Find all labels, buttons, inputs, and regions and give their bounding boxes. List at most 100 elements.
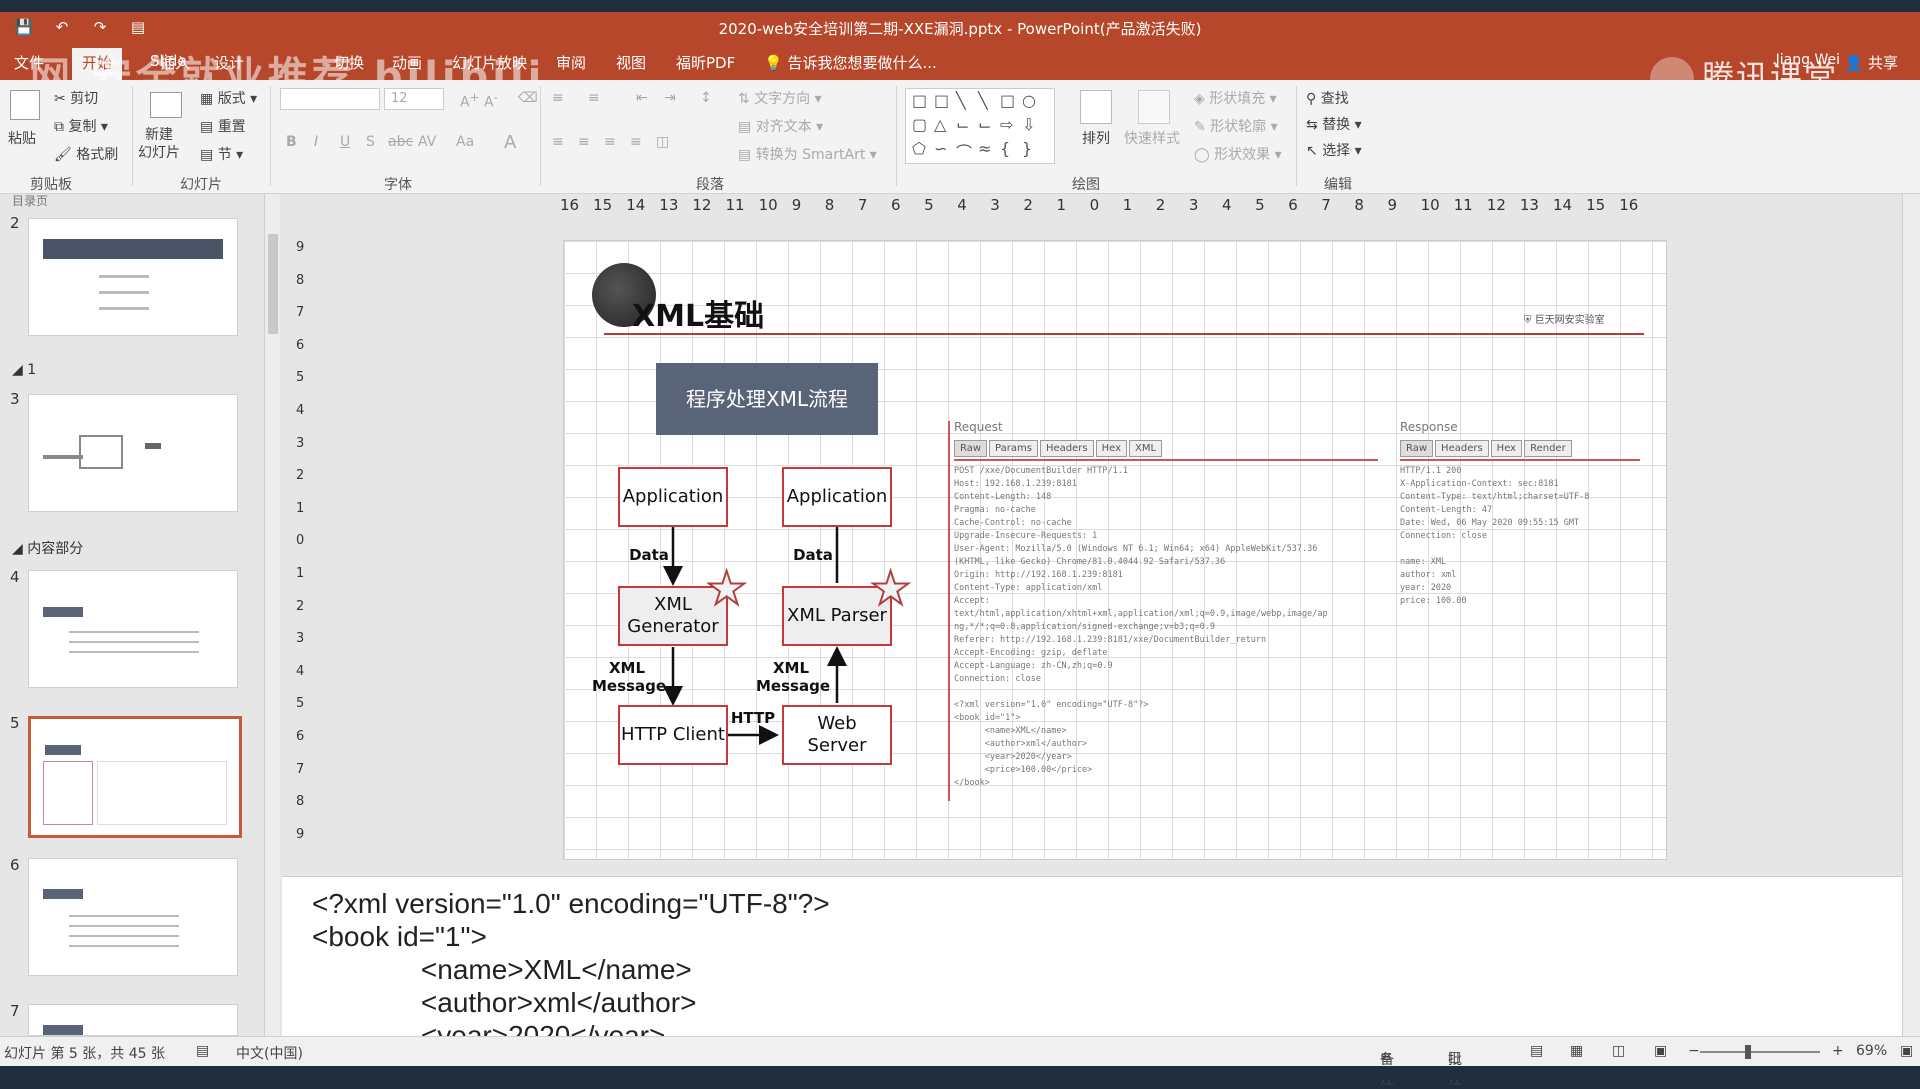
grow-font-icon[interactable]: A+: [460, 90, 479, 111]
zoom-out-button[interactable]: −: [1688, 1043, 1700, 1059]
line-spacing-icon[interactable]: ↕: [700, 90, 712, 106]
format-painter-button[interactable]: 🖌 格式刷: [54, 144, 118, 164]
char-spacing-button[interactable]: AV: [418, 134, 436, 150]
response-tab-headers[interactable]: Headers: [1435, 440, 1489, 457]
find-button[interactable]: ⚲ 查找: [1306, 88, 1349, 108]
font-size-box[interactable]: 12: [384, 88, 444, 110]
align-left-icon[interactable]: ≡: [552, 134, 564, 150]
section-label-toc[interactable]: 目录页: [12, 192, 48, 209]
change-case-button[interactable]: Aa: [456, 134, 474, 150]
request-tab-raw[interactable]: Raw: [954, 440, 988, 457]
oval-shape-icon[interactable]: ○: [1022, 91, 1036, 110]
response-tab-raw[interactable]: Raw: [1400, 440, 1434, 457]
tab-review[interactable]: 审阅: [556, 52, 586, 73]
request-tab-hex[interactable]: Hex: [1095, 440, 1127, 457]
arrange-icon[interactable]: [1080, 90, 1112, 124]
tab-view[interactable]: 视图: [616, 52, 646, 73]
elbow-connector-icon[interactable]: ⌙: [956, 115, 969, 134]
replace-button[interactable]: ⇆ 替换 ▾: [1306, 114, 1362, 134]
slideshow-icon[interactable]: ▣: [1654, 1043, 1667, 1059]
paste-button[interactable]: 粘贴: [8, 128, 36, 148]
textbox-shape-icon[interactable]: □: [912, 91, 927, 110]
shape-fill-button[interactable]: ◈ 形状填充 ▾: [1194, 88, 1277, 108]
smartart-button[interactable]: ▤ 转换为 SmartArt ▾: [738, 144, 877, 164]
brace-right-shape-icon[interactable]: }: [1022, 139, 1032, 158]
arrow-line-shape-icon[interactable]: ╲: [978, 91, 988, 110]
new-slide-button[interactable]: 新建 幻灯片: [138, 126, 180, 162]
zoom-in-button[interactable]: +: [1832, 1043, 1844, 1059]
normal-view-icon[interactable]: ▤: [1530, 1043, 1543, 1059]
vertical-scrollbar[interactable]: [1902, 194, 1920, 1036]
slide-thumbnail-4[interactable]: [28, 570, 238, 688]
slide-thumbnail-5-selected[interactable]: [28, 716, 242, 838]
arrange-button[interactable]: 排列: [1082, 128, 1110, 148]
bullets-icon[interactable]: ≡: [552, 90, 564, 106]
spellcheck-icon[interactable]: ▤: [196, 1043, 209, 1059]
copy-button[interactable]: ⧉ 复制 ▾: [54, 116, 108, 136]
line-shape-icon[interactable]: ╲: [956, 91, 966, 110]
section-label-1[interactable]: ◢ 1: [12, 362, 36, 378]
italic-button[interactable]: I: [314, 134, 318, 150]
clear-format-icon[interactable]: ⌫: [518, 90, 538, 106]
underline-button[interactable]: U: [340, 134, 350, 150]
current-slide[interactable]: XML基础 ⛨ 巨天网安实验室 程序处理XML流程 Application Ap…: [563, 240, 1667, 860]
slide-thumbnail-6[interactable]: [28, 858, 238, 976]
section-label-content[interactable]: ◢ 内容部分: [12, 538, 83, 558]
slide-thumbnail-3[interactable]: [28, 394, 238, 512]
curve-shape-icon[interactable]: ∽: [934, 139, 947, 158]
right-arrow-shape-icon[interactable]: ⇨: [1000, 115, 1013, 134]
rect-shape-icon[interactable]: □: [1000, 91, 1015, 110]
align-text-button[interactable]: ▤ 对齐文本 ▾: [738, 116, 823, 136]
shadow-button[interactable]: S: [366, 134, 375, 150]
response-tab-render[interactable]: Render: [1524, 440, 1572, 457]
rounded-rect-shape-icon[interactable]: ▢: [912, 115, 927, 134]
pentagon-shape-icon[interactable]: ⬠: [912, 139, 926, 158]
layout-button[interactable]: ▦ 版式 ▾: [200, 88, 257, 108]
shape-outline-button[interactable]: ✎ 形状轮廓 ▾: [1194, 116, 1278, 136]
down-arrow-shape-icon[interactable]: ⇩: [1022, 115, 1035, 134]
shrink-font-icon[interactable]: A-: [484, 90, 498, 111]
response-tab-hex[interactable]: Hex: [1490, 440, 1523, 457]
tab-foxit-pdf[interactable]: 福昕PDF: [676, 52, 735, 73]
decrease-indent-icon[interactable]: ⇤: [636, 90, 648, 106]
new-slide-icon[interactable]: [150, 92, 182, 118]
burp-response-panel[interactable]: Response Raw Headers Hex Render HTTP/1.1 20…: [1400, 421, 1640, 801]
share-button[interactable]: 👤 共享: [1845, 52, 1898, 73]
http-client-box[interactable]: HTTP Client: [618, 705, 728, 765]
request-tab-params[interactable]: Params: [989, 440, 1038, 457]
application-right-box[interactable]: Application: [782, 467, 892, 527]
align-center-icon[interactable]: ≡: [578, 134, 590, 150]
quick-styles-icon[interactable]: [1138, 90, 1170, 124]
fit-slide-icon[interactable]: ▣: [1900, 1043, 1913, 1059]
zoom-slider-track[interactable]: [1700, 1051, 1820, 1053]
application-left-box[interactable]: Application: [618, 467, 728, 527]
thumbnail-scrollbar[interactable]: [264, 194, 280, 1036]
slide-thumbnail-2[interactable]: [28, 218, 238, 336]
textbox-v-shape-icon[interactable]: □: [934, 91, 949, 110]
select-button[interactable]: ↖ 选择 ▾: [1306, 140, 1362, 160]
cut-button[interactable]: ✂ 剪切: [54, 88, 98, 108]
quick-styles-button[interactable]: 快速样式: [1124, 128, 1180, 148]
increase-indent-icon[interactable]: ⇥: [664, 90, 676, 106]
font-name-box[interactable]: [280, 88, 380, 110]
triangle-shape-icon[interactable]: △: [934, 115, 946, 134]
columns-icon[interactable]: ◫: [656, 134, 669, 150]
numbering-icon[interactable]: ≡: [588, 90, 600, 106]
wave-shape-icon[interactable]: ≈: [978, 139, 991, 158]
brace-left-shape-icon[interactable]: {: [1000, 139, 1010, 158]
strikethrough-button[interactable]: abc: [388, 134, 413, 150]
request-tab-xml[interactable]: XML: [1129, 440, 1163, 457]
shape-effects-button[interactable]: ◯ 形状效果 ▾: [1194, 144, 1282, 164]
thumbnail-scroll-thumb[interactable]: [268, 234, 278, 334]
justify-icon[interactable]: ≡: [630, 134, 642, 150]
speaker-notes-pane[interactable]: <?xml version="1.0" encoding="UTF-8"?> <…: [282, 876, 1902, 1036]
slide-thumbnail-7[interactable]: [28, 1004, 238, 1036]
arc-shape-icon[interactable]: ⌒: [956, 139, 972, 163]
tell-me-box[interactable]: 💡 告诉我您想要做什么...: [764, 52, 937, 73]
font-color-button[interactable]: A: [504, 132, 516, 153]
text-direction-button[interactable]: ⇅ 文字方向 ▾: [738, 88, 822, 108]
slide-sorter-icon[interactable]: ▦: [1570, 1043, 1583, 1059]
language-indicator[interactable]: 中文(中国): [236, 1043, 303, 1063]
request-tab-headers[interactable]: Headers: [1039, 440, 1094, 457]
reset-button[interactable]: ▤ 重置: [200, 116, 246, 136]
